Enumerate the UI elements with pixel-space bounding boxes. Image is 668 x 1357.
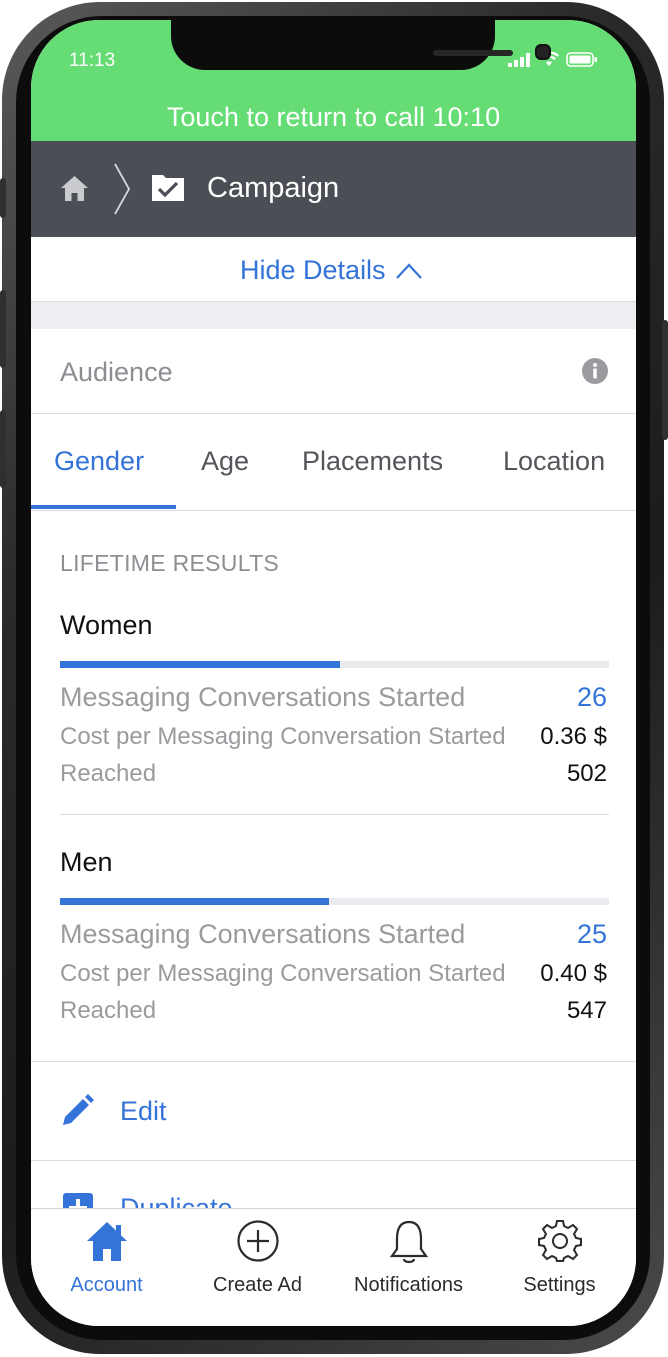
status-icons — [508, 52, 598, 67]
section-gap — [31, 302, 636, 329]
edit-label: Edit — [120, 1096, 167, 1126]
pencil-icon — [63, 1094, 94, 1125]
gear-icon — [537, 1220, 582, 1262]
women-reached-value: 502 — [566, 760, 607, 787]
men-conversations-label: Messaging Conversations Started — [60, 919, 466, 949]
home-icon — [86, 1222, 127, 1261]
group-divider — [60, 814, 609, 815]
women-conversations-label: Messaging Conversations Started — [60, 682, 466, 712]
audience-label: Audience — [60, 357, 173, 387]
campaign-folder-icon — [152, 175, 184, 201]
audience-header: Audience — [31, 329, 636, 414]
bell-icon — [389, 1220, 428, 1264]
lifetime-results-label: LIFETIME RESULTS — [60, 550, 280, 576]
bottom-tab-bar: Account Create Ad Notifications Settings — [31, 1208, 636, 1326]
speaker — [433, 50, 513, 56]
call-banner-message: Touch to return to call 10:10 — [166, 102, 501, 132]
women-cost-value: 0.36 $ — [540, 723, 607, 750]
tab-settings-label: Settings — [523, 1274, 596, 1296]
hide-details-button[interactable]: Hide Details — [240, 255, 422, 286]
status-time: 11:13 — [69, 50, 116, 71]
group-name-men: Men — [60, 847, 113, 877]
hide-details-row: Hide Details — [31, 237, 636, 302]
home-icon[interactable] — [60, 174, 89, 202]
front-camera — [535, 44, 551, 60]
tab-settings[interactable]: Settings — [484, 1209, 635, 1326]
edit-button[interactable]: Edit — [31, 1062, 636, 1160]
mute-switch — [0, 178, 6, 218]
tab-location[interactable]: Location — [503, 446, 605, 477]
chevron-up-icon — [395, 262, 422, 279]
audience-tabs: Gender Age Placements Location — [31, 414, 636, 511]
plus-circle-icon — [236, 1220, 279, 1262]
women-cost-label: Cost per Messaging Conversation Started — [60, 723, 506, 750]
active-tab-indicator — [31, 505, 176, 509]
women-reached-label: Reached — [60, 760, 157, 787]
battery-icon — [566, 52, 597, 67]
tab-create-ad-label: Create Ad — [213, 1274, 302, 1296]
men-conversations-value: 25 — [576, 919, 607, 949]
men-cost-value: 0.40 $ — [540, 960, 607, 987]
tab-account-label: Account — [70, 1274, 143, 1296]
tab-create-ad[interactable]: Create Ad — [182, 1209, 333, 1326]
women-conversations-value: 26 — [576, 682, 607, 712]
men-reached-label: Reached — [60, 997, 157, 1024]
women-progress-bar — [60, 661, 609, 668]
phone-screen: 11:13 Touch to return to call 10:10 Camp… — [31, 20, 636, 1326]
tab-notifications-label: Notifications — [354, 1274, 463, 1296]
info-icon[interactable] — [581, 357, 609, 385]
volume-up-button — [0, 290, 6, 368]
power-button — [662, 320, 668, 440]
tab-placements[interactable]: Placements — [302, 446, 443, 477]
page-title: Campaign — [207, 172, 340, 204]
men-reached-value: 547 — [566, 997, 607, 1024]
volume-down-button — [0, 410, 6, 488]
nav-bar: Campaign — [31, 141, 636, 237]
tab-age[interactable]: Age — [201, 446, 249, 477]
hide-details-label: Hide Details — [240, 255, 386, 285]
men-cost-label: Cost per Messaging Conversation Started — [60, 960, 506, 987]
men-progress-fill — [60, 898, 329, 905]
tab-gender[interactable]: Gender — [54, 446, 144, 477]
tab-account[interactable]: Account — [31, 1209, 182, 1326]
notch — [171, 20, 551, 70]
men-progress-bar — [60, 898, 609, 905]
women-progress-fill — [60, 661, 340, 668]
breadcrumb-chevron-icon — [114, 163, 131, 215]
tab-notifications[interactable]: Notifications — [333, 1209, 484, 1326]
group-name-women: Women — [60, 610, 153, 640]
